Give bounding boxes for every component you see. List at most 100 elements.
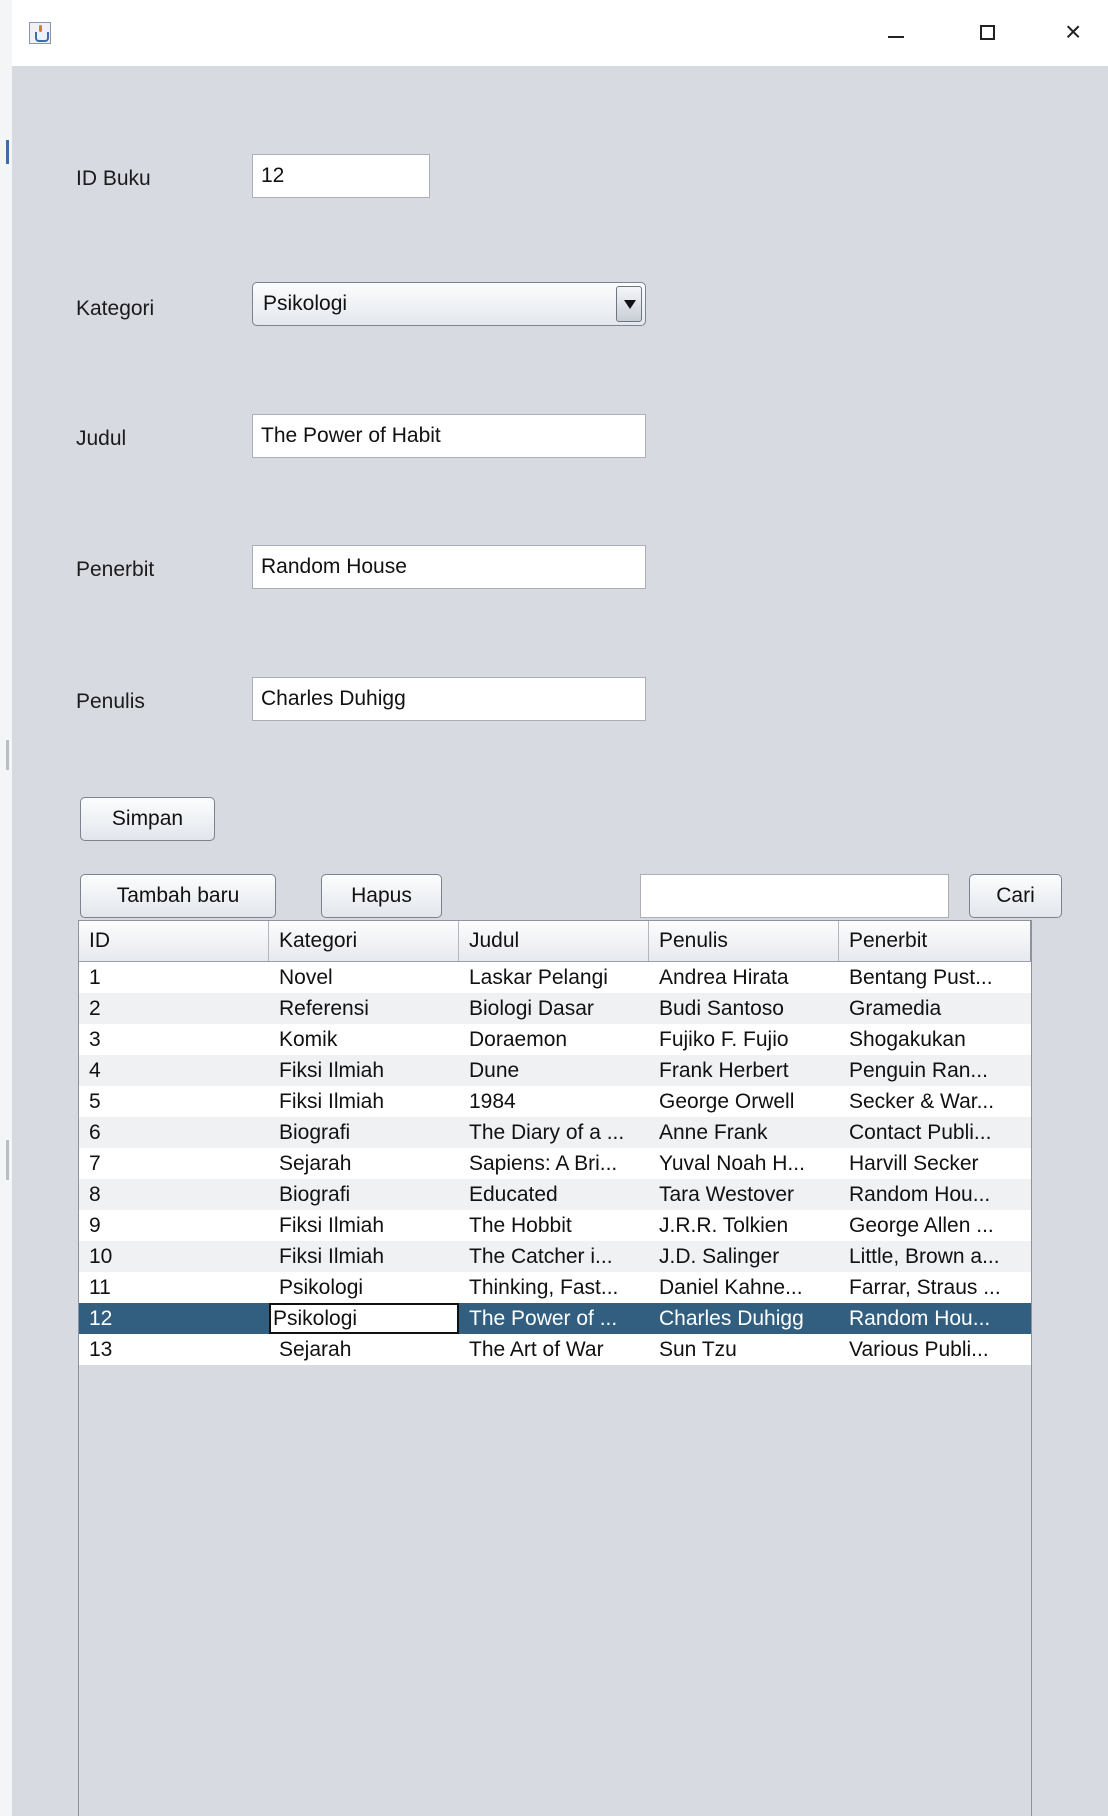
cell-penerbit: Gramedia (849, 997, 942, 1020)
cari-button[interactable]: Cari (969, 874, 1062, 918)
penerbit-field[interactable]: Random House (252, 545, 646, 589)
header-kategori[interactable]: Kategori (269, 921, 459, 961)
cell-penulis: Tara Westover (659, 1183, 794, 1206)
edge-handle (6, 740, 9, 770)
header-penerbit[interactable]: Penerbit (839, 921, 1031, 961)
cell-penerbit: George Allen ... (849, 1214, 994, 1237)
cell-id: 13 (89, 1338, 113, 1361)
cell-judul: The Art of War (469, 1338, 604, 1361)
cell-penulis: Daniel Kahne... (659, 1276, 803, 1299)
chevron-down-icon (624, 300, 636, 309)
table-header: ID Kategori Judul Penulis Penerbit (79, 921, 1031, 962)
cell-id: 6 (89, 1121, 101, 1144)
table-row[interactable]: 3 Komik Doraemon Fujiko F. Fujio Shogaku… (79, 1024, 1031, 1055)
cell-id: 9 (89, 1214, 101, 1237)
penulis-field[interactable]: Charles Duhigg (252, 677, 646, 721)
cell-penerbit: Various Publi... (849, 1338, 989, 1361)
header-id[interactable]: ID (79, 921, 269, 961)
maximize-button[interactable] (964, 12, 1010, 52)
cell-id: 4 (89, 1059, 101, 1082)
table-row[interactable]: 5 Fiksi Ilmiah 1984 George Orwell Secker… (79, 1086, 1031, 1117)
penerbit-label: Penerbit (76, 558, 155, 581)
cell-penulis: Sun Tzu (659, 1338, 737, 1361)
cell-judul: Biologi Dasar (469, 997, 594, 1020)
hapus-button[interactable]: Hapus (321, 874, 442, 918)
header-judul[interactable]: Judul (459, 921, 649, 961)
cell-penerbit: Random Hou... (849, 1307, 991, 1330)
cell-penulis: J.R.R. Tolkien (659, 1214, 789, 1237)
edge-accent (6, 140, 9, 164)
search-input[interactable] (640, 874, 949, 918)
table-row[interactable]: 10 Fiksi Ilmiah The Catcher i... J.D. Sa… (79, 1241, 1031, 1272)
maximize-icon (980, 25, 995, 40)
id-buku-label: ID Buku (76, 167, 151, 190)
table-row[interactable]: 13 Sejarah The Art of War Sun Tzu Variou… (79, 1334, 1031, 1365)
cell-kategori: Sejarah (279, 1152, 352, 1175)
cell-id: 7 (89, 1152, 101, 1175)
id-buku-field[interactable]: 12 (252, 154, 430, 198)
minimize-icon (888, 36, 904, 38)
cell-penulis: Andrea Hirata (659, 966, 789, 989)
kategori-select[interactable]: Psikologi (252, 282, 646, 326)
cell-penulis: Charles Duhigg (659, 1307, 804, 1330)
cell-penerbit: Random Hou... (849, 1183, 991, 1206)
edge-handle (6, 1140, 9, 1180)
table-row-selected[interactable]: 12 Psikologi The Power of ... Charles Du… (79, 1303, 1031, 1334)
app-window: × ID Buku Kategori Judul Penerbit Penuli… (12, 0, 1108, 1816)
cell-kategori: Referensi (279, 997, 369, 1020)
cell-judul: 1984 (469, 1090, 516, 1113)
tambah-baru-button[interactable]: Tambah baru (80, 874, 276, 918)
cell-penulis: Budi Santoso (659, 997, 784, 1020)
cell-judul: Thinking, Fast... (469, 1276, 619, 1299)
header-penulis[interactable]: Penulis (649, 921, 839, 961)
table-row[interactable]: 1 Novel Laskar Pelangi Andrea Hirata Ben… (79, 962, 1031, 993)
java-app-icon[interactable] (29, 22, 51, 44)
cell-id: 8 (89, 1183, 101, 1206)
cell-kategori: Biografi (279, 1121, 351, 1144)
cell-judul: The Catcher i... (469, 1245, 613, 1268)
cell-id: 12 (89, 1307, 113, 1330)
cell-id: 2 (89, 997, 101, 1020)
cell-id: 3 (89, 1028, 101, 1051)
judul-field[interactable]: The Power of Habit (252, 414, 646, 458)
close-icon: × (1065, 16, 1082, 47)
cell-kategori: Sejarah (279, 1338, 352, 1361)
cell-kategori: Fiksi Ilmiah (279, 1090, 385, 1113)
table-body: 1 Novel Laskar Pelangi Andrea Hirata Ben… (79, 962, 1031, 1365)
cell-id: 11 (89, 1276, 111, 1299)
kategori-dropdown-button[interactable] (616, 286, 642, 322)
kategori-selected-value: Psikologi (263, 292, 348, 315)
table-row[interactable]: 4 Fiksi Ilmiah Dune Frank Herbert Pengui… (79, 1055, 1031, 1086)
cell-penerbit: Farrar, Straus ... (849, 1276, 1001, 1299)
penulis-label: Penulis (76, 690, 145, 713)
cell-id: 10 (89, 1245, 113, 1268)
cell-penerbit: Bentang Pust... (849, 966, 993, 989)
cell-penulis: J.D. Salinger (659, 1245, 780, 1268)
title-bar: × (12, 0, 1108, 66)
table-row[interactable]: 6 Biografi The Diary of a ... Anne Frank… (79, 1117, 1031, 1148)
cell-penulis: George Orwell (659, 1090, 795, 1113)
close-button[interactable]: × (1052, 12, 1098, 52)
minimize-button[interactable] (872, 12, 918, 52)
books-table[interactable]: ID Kategori Judul Penulis Penerbit 1 Nov… (78, 920, 1032, 1816)
cell-id: 1 (89, 966, 101, 989)
table-row[interactable]: 2 Referensi Biologi Dasar Budi Santoso G… (79, 993, 1031, 1024)
table-row[interactable]: 11 Psikologi Thinking, Fast... Daniel Ka… (79, 1272, 1031, 1303)
table-row[interactable]: 8 Biografi Educated Tara Westover Random… (79, 1179, 1031, 1210)
cell-kategori: Psikologi (279, 1276, 364, 1299)
cell-kategori-focused[interactable]: Psikologi (269, 1303, 459, 1334)
cell-judul: Sapiens: A Bri... (469, 1152, 618, 1175)
cell-kategori: Komik (279, 1028, 338, 1051)
cell-kategori: Fiksi Ilmiah (279, 1214, 385, 1237)
table-row[interactable]: 7 Sejarah Sapiens: A Bri... Yuval Noah H… (79, 1148, 1031, 1179)
kategori-label: Kategori (76, 297, 155, 320)
cell-judul: Laskar Pelangi (469, 966, 608, 989)
cell-penerbit: Penguin Ran... (849, 1059, 988, 1082)
cell-id: 5 (89, 1090, 101, 1113)
cell-penerbit: Shogakukan (849, 1028, 966, 1051)
cell-penerbit: Secker & War... (849, 1090, 995, 1113)
table-row[interactable]: 9 Fiksi Ilmiah The Hobbit J.R.R. Tolkien… (79, 1210, 1031, 1241)
cell-penulis: Frank Herbert (659, 1059, 789, 1082)
cell-penulis: Fujiko F. Fujio (659, 1028, 789, 1051)
simpan-button[interactable]: Simpan (80, 797, 215, 841)
